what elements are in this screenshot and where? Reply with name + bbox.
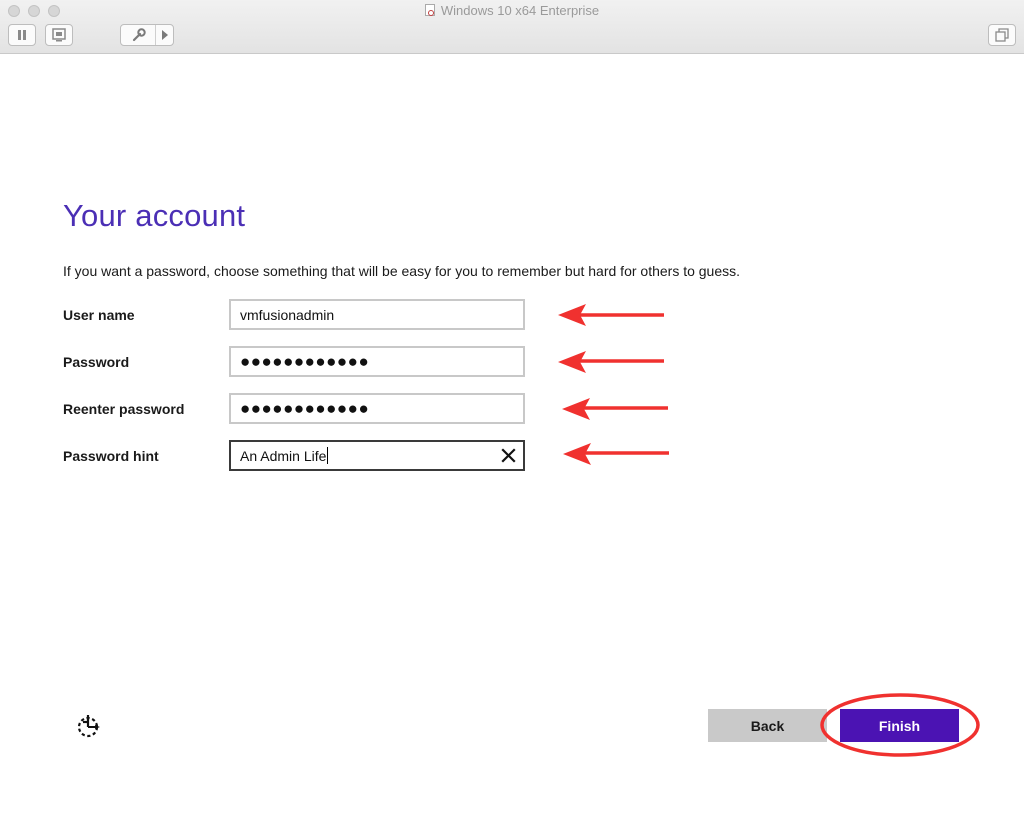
annotation-circle-icon xyxy=(820,693,980,757)
snapshot-icon xyxy=(52,28,66,42)
restore-windows-button[interactable] xyxy=(988,24,1016,46)
username-value: vmfusionadmin xyxy=(240,306,335,323)
window-title: Windows 10 x64 Enterprise xyxy=(0,3,1024,18)
username-label: User name xyxy=(63,307,135,323)
window-title-text: Windows 10 x64 Enterprise xyxy=(440,3,600,18)
reenter-password-value: ●●●●●●●●●●●● xyxy=(240,399,370,418)
password-label: Password xyxy=(63,354,130,370)
page-description: If you want a password, choose something… xyxy=(63,263,741,279)
back-button[interactable]: Back xyxy=(708,709,827,742)
password-hint-value: An Admin Life xyxy=(240,447,327,464)
password-value: ●●●●●●●●●●●● xyxy=(240,352,370,371)
restore-windows-icon xyxy=(995,28,1009,42)
settings-wrench-icon xyxy=(132,28,146,42)
snapshot-button[interactable] xyxy=(45,24,73,46)
settings-button[interactable] xyxy=(120,24,174,46)
annotation-arrow-icon xyxy=(563,443,669,465)
text-caret xyxy=(327,447,329,464)
annotation-arrow-icon xyxy=(558,351,664,373)
annotation-arrow-icon xyxy=(562,398,668,420)
password-hint-label: Password hint xyxy=(63,448,159,464)
clear-icon[interactable] xyxy=(500,447,517,464)
ease-of-access-icon[interactable] xyxy=(74,712,102,740)
vm-document-icon xyxy=(424,4,435,16)
reenter-password-field[interactable]: ●●●●●●●●●●●● xyxy=(229,393,525,424)
password-hint-field[interactable]: An Admin Life xyxy=(229,440,525,471)
annotation-arrow-icon xyxy=(558,304,664,326)
window-titlebar: Windows 10 x64 Enterprise xyxy=(0,0,1024,54)
reenter-password-label: Reenter password xyxy=(63,401,185,417)
password-field[interactable]: ●●●●●●●●●●●● xyxy=(229,346,525,377)
pause-icon xyxy=(18,30,26,40)
username-field[interactable]: vmfusionadmin xyxy=(229,299,525,330)
page-title: Your account xyxy=(63,198,246,233)
pause-button[interactable] xyxy=(8,24,36,46)
chevron-right-icon[interactable] xyxy=(161,30,169,40)
